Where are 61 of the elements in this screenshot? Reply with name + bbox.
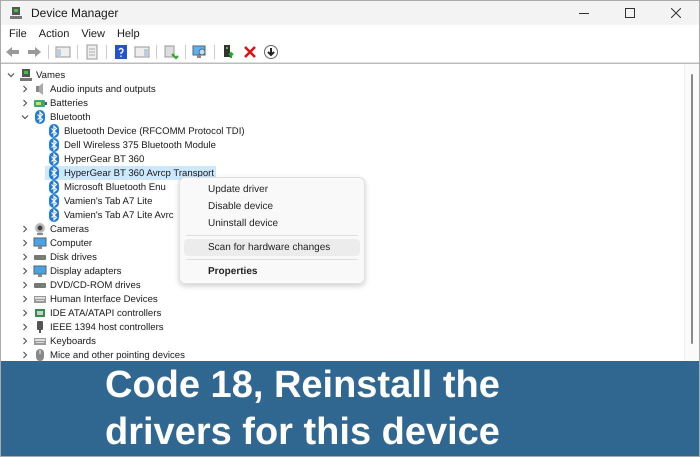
bluetooth-icon — [47, 152, 61, 166]
bluetooth-icon — [33, 110, 47, 124]
tree-item[interactable]: Bluetooth — [31, 110, 93, 124]
tree-item[interactable]: Batteries — [31, 96, 90, 110]
delete-x-icon[interactable] — [242, 44, 258, 60]
tree-item[interactable]: Human Interface Devices — [31, 292, 160, 306]
bluetooth-icon — [47, 124, 61, 138]
camera-icon — [33, 222, 47, 236]
tree-item[interactable]: HyperGear BT 360 — [45, 152, 146, 166]
monitor-icon — [33, 264, 47, 278]
download-circle-icon[interactable] — [263, 44, 279, 60]
action-pane-icon[interactable] — [134, 44, 150, 60]
chip-icon — [33, 306, 47, 320]
menu-item[interactable]: View — [75, 28, 111, 40]
banner-title-line: Code 18, Reinstall the — [105, 363, 501, 408]
context-menu-item[interactable]: Update driver — [184, 181, 360, 198]
bluetooth-icon — [47, 208, 61, 222]
close-icon — [671, 8, 681, 18]
bluetooth-icon — [47, 166, 61, 180]
tree-item[interactable]: Bluetooth Device (RFCOMM Protocol TDI) — [45, 124, 247, 138]
tree-item[interactable]: HyperGear BT 360 Avrcp Transport — [45, 166, 216, 180]
mouse-icon — [33, 348, 47, 362]
window-title: Device Manager — [31, 6, 118, 20]
forward-arrow-icon[interactable] — [26, 44, 42, 60]
back-arrow-icon[interactable] — [5, 44, 21, 60]
context-menu-item[interactable]: Disable device — [184, 198, 360, 215]
console-tree-icon[interactable] — [55, 44, 71, 60]
tree-item[interactable]: Computer — [31, 236, 94, 250]
tree-item[interactable]: Mice and other pointing devices — [31, 348, 187, 362]
context-menu-item[interactable]: Uninstall device — [184, 215, 360, 232]
maximize-icon — [625, 8, 635, 18]
tree-item[interactable]: Vamien's Tab A7 Lite Avrc — [45, 208, 176, 222]
context-menu-item[interactable]: Scan for hardware changes — [184, 239, 360, 256]
tree-item[interactable]: Audio inputs and outputs — [31, 82, 158, 96]
properties-icon[interactable] — [84, 44, 100, 60]
tree-item[interactable]: Keyboards — [31, 334, 98, 348]
monitor-search-icon[interactable] — [192, 44, 208, 60]
tree-item[interactable]: IDE ATA/ATAPI controllers — [31, 306, 164, 320]
computer-icon — [19, 68, 33, 82]
tree-item[interactable]: Vamien's Tab A7 Lite — [45, 194, 154, 208]
help-icon[interactable] — [113, 44, 129, 60]
bluetooth-icon — [47, 138, 61, 152]
menu-item[interactable]: Action — [32, 28, 76, 40]
tree-item[interactable]: Dell Wireless 375 Bluetooth Module — [45, 138, 218, 152]
menu-item[interactable]: File — [3, 28, 33, 40]
tree-item[interactable]: IEEE 1394 host controllers — [31, 320, 166, 334]
menu-item[interactable]: Help — [110, 28, 146, 40]
tree-item[interactable]: Disk drives — [31, 250, 99, 264]
tree-item[interactable]: Display adapters — [31, 264, 124, 278]
tree-item[interactable]: Microsoft Bluetooth Enu — [45, 180, 168, 194]
scan-hardware-icon[interactable] — [163, 44, 179, 60]
app-icon — [9, 6, 23, 20]
context-menu-item[interactable]: Properties — [184, 263, 360, 280]
bluetooth-icon — [47, 180, 61, 194]
bluetooth-icon — [47, 194, 61, 208]
tree-item[interactable]: Vames — [17, 68, 68, 82]
monitor-icon — [33, 236, 47, 250]
banner-title-line: drivers for this device — [105, 410, 501, 455]
tree-item[interactable]: DVD/CD-ROM drives — [31, 278, 143, 292]
scrollbar-thumb[interactable] — [691, 74, 693, 344]
tree-item[interactable]: Cameras — [31, 222, 91, 236]
